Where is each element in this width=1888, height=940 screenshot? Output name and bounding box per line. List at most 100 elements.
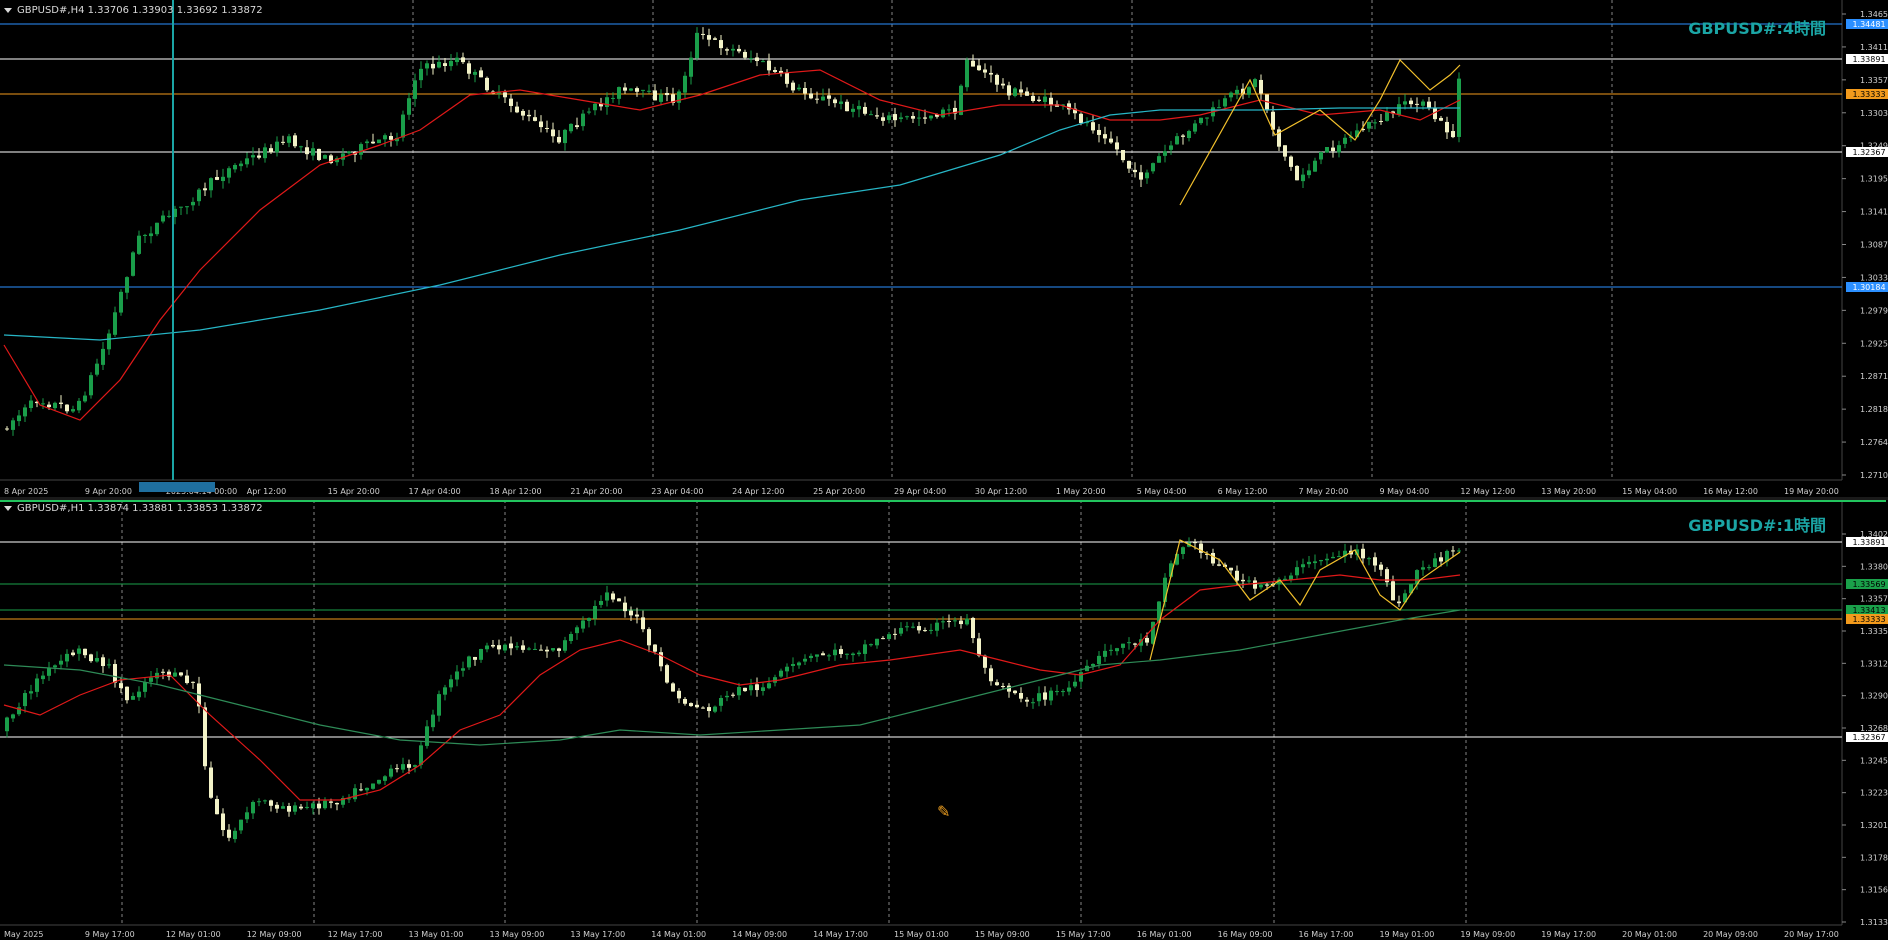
- candle-body: [1307, 561, 1311, 565]
- active-chart-border: [0, 500, 1886, 502]
- candle-body: [71, 409, 75, 412]
- price-tick-label: 1.33570: [1860, 76, 1888, 85]
- candle-body: [323, 155, 327, 159]
- candle-body: [1205, 117, 1209, 119]
- candle-body: [1079, 672, 1083, 682]
- candle-body: [941, 109, 945, 118]
- candle-body: [1193, 542, 1197, 544]
- candle-body: [863, 106, 867, 114]
- candle-body: [1301, 174, 1305, 182]
- collapse-triangle-icon[interactable]: [4, 505, 12, 511]
- candle-body: [695, 32, 699, 59]
- candle-body: [521, 110, 525, 116]
- candle-body: [1145, 172, 1149, 179]
- candle-body: [131, 252, 135, 276]
- candle-body: [1265, 584, 1269, 586]
- candle-body: [1175, 136, 1179, 145]
- candle-body: [203, 188, 207, 191]
- candle-body: [467, 656, 471, 668]
- candle-body: [1037, 693, 1041, 702]
- candle-body: [947, 620, 951, 622]
- candle-body: [941, 621, 945, 623]
- candle-body: [683, 698, 687, 704]
- candle-body: [755, 57, 759, 62]
- time-tick-label: 12 May 09:00: [247, 930, 302, 939]
- candle-body: [407, 98, 411, 115]
- candle-body: [77, 648, 81, 654]
- candle-body: [857, 105, 861, 110]
- candle-body: [1079, 113, 1083, 124]
- chart-h4-pane[interactable]: 1.346501.341101.335701.330301.324901.319…: [0, 0, 1888, 497]
- chart-h4-title: GBPUSD#:4時間: [1688, 19, 1826, 38]
- price-tick-label: 1.33350: [1860, 627, 1888, 636]
- candle-body: [443, 687, 447, 695]
- time-tick-label: Apr 12:00: [247, 487, 286, 496]
- candle-body: [767, 683, 771, 689]
- candle-body: [575, 125, 579, 128]
- candle-body: [143, 682, 147, 692]
- candle-body: [923, 630, 927, 632]
- candle-body: [257, 801, 261, 803]
- candle-body: [1259, 79, 1263, 94]
- candle-body: [845, 653, 849, 655]
- candle-body: [1307, 170, 1311, 176]
- candle-body: [137, 691, 141, 698]
- candle-body: [629, 88, 633, 91]
- candle-body: [953, 620, 957, 622]
- candle-body: [275, 804, 279, 809]
- candle-body: [665, 665, 669, 683]
- candle-body: [743, 51, 747, 58]
- candle-body: [815, 98, 819, 100]
- collapse-triangle-icon[interactable]: [4, 7, 12, 13]
- price-tick-label: 1.27645: [1860, 438, 1888, 447]
- candle-body: [239, 819, 243, 831]
- candle-body: [1025, 699, 1029, 702]
- candle-body: [737, 48, 741, 52]
- candle-body: [143, 234, 147, 236]
- price-tick-label: 1.32235: [1860, 789, 1888, 798]
- candle-body: [1379, 120, 1383, 122]
- candle-body: [1067, 687, 1071, 692]
- time-tick-label: 9 May 17:00: [85, 930, 135, 939]
- candle-body: [305, 806, 309, 808]
- time-tick-label: 24 Apr 12:00: [732, 487, 784, 496]
- price-tick-label: 1.27105: [1860, 471, 1888, 480]
- candle-body: [761, 687, 765, 691]
- candle-body: [611, 97, 615, 99]
- candle-body: [1127, 642, 1131, 644]
- candle-body: [107, 333, 111, 350]
- candle-body: [1325, 558, 1329, 561]
- chart-h1-pane[interactable]: 1.340251.338001.335751.333501.331251.329…: [0, 500, 1888, 940]
- chart-h1-title: GBPUSD#:1時間: [1688, 516, 1826, 535]
- candle-body: [1043, 692, 1047, 700]
- candle-body: [1427, 101, 1431, 109]
- chart-h1-header-text: GBPUSD#,H1 1.33874 1.33881 1.33853 1.338…: [17, 503, 263, 514]
- candle-body: [623, 87, 627, 91]
- candle-body: [1127, 160, 1131, 169]
- candle-body: [449, 60, 453, 67]
- candle-body: [887, 115, 891, 120]
- candle-body: [995, 682, 999, 686]
- price-tick-label: 1.32905: [1860, 692, 1888, 701]
- candle-body: [125, 686, 129, 701]
- price-tick-label: 1.29250: [1860, 339, 1888, 348]
- candle-body: [665, 92, 669, 96]
- candle-body: [1151, 163, 1155, 172]
- chart-h4-canvas[interactable]: 1.346501.341101.335701.330301.324901.319…: [0, 0, 1888, 497]
- candle-body: [1043, 96, 1047, 102]
- candle-body: [689, 57, 693, 77]
- chart-h1-canvas[interactable]: 1.340251.338001.335751.333501.331251.329…: [0, 500, 1888, 940]
- candle-body: [593, 103, 597, 111]
- candle-body: [629, 610, 633, 616]
- candle-body: [467, 63, 471, 74]
- candle-body: [683, 75, 687, 93]
- candle-body: [305, 147, 309, 155]
- candle-body: [1103, 650, 1107, 657]
- candle-body: [833, 99, 837, 104]
- candle-body: [713, 706, 717, 712]
- time-tick-label: 15 May 01:00: [894, 930, 949, 939]
- candle-body: [1055, 691, 1059, 693]
- time-tick-label: 12 May 01:00: [166, 930, 221, 939]
- candle-body: [713, 38, 717, 40]
- candle-body: [635, 88, 639, 92]
